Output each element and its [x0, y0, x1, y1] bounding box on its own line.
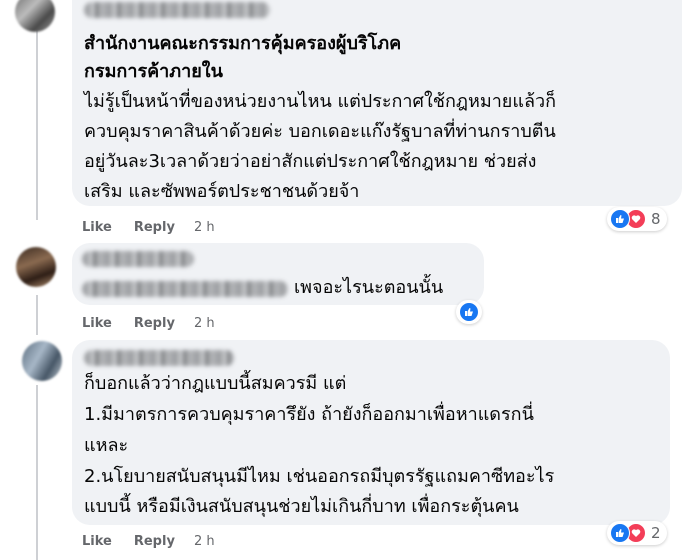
thread-line: [36, 295, 38, 335]
thread-line: [36, 30, 38, 220]
like-button[interactable]: Like: [82, 220, 112, 235]
avatar[interactable]: [15, 0, 55, 32]
reaction-summary[interactable]: 2: [607, 521, 667, 545]
reply-button[interactable]: Reply: [134, 220, 175, 235]
mention-tag[interactable]: กรมการค้าภายใน: [84, 58, 223, 86]
reply-button[interactable]: Reply: [134, 316, 175, 331]
reaction-summary[interactable]: [456, 300, 482, 324]
reaction-summary[interactable]: 8: [607, 207, 667, 231]
like-icon: [459, 302, 479, 322]
commenter-name-blurred[interactable]: [84, 350, 234, 366]
like-icon: [610, 523, 630, 543]
like-icon: [610, 209, 630, 229]
avatar[interactable]: [22, 341, 62, 381]
mention-tag-blurred[interactable]: [82, 281, 288, 297]
thread-line: [36, 385, 38, 560]
like-button[interactable]: Like: [82, 316, 112, 331]
reply-button[interactable]: Reply: [134, 534, 175, 549]
reaction-count: 8: [651, 210, 661, 228]
timestamp[interactable]: 2 h: [194, 316, 215, 331]
mention-tag[interactable]: สำนักงานคณะกรรมการคุ้มครองผู้บริโภค: [84, 30, 401, 58]
comment-actions: Like Reply 2 h: [82, 316, 215, 331]
comment-text: 2.นโยบายสนับสนุนมีไหม เช่นออกรถมีบุตรรัฐ…: [84, 466, 555, 487]
commenter-name-blurred[interactable]: [82, 251, 194, 267]
reaction-count: 2: [651, 524, 661, 542]
comment-text: ก็บอกแล้วว่ากฎแบบนี้สมควรมี แต่: [84, 373, 347, 394]
timestamp[interactable]: 2 h: [194, 220, 215, 235]
timestamp[interactable]: 2 h: [194, 534, 215, 549]
comment-text: แหละ: [84, 435, 129, 456]
commenter-name-blurred[interactable]: [84, 2, 270, 18]
comment-text: ควบคุมราคาสินค้าด้วยค่ะ บอกเดอะแก๊งรัฐบา…: [84, 121, 556, 142]
comment-text: เสริม และซัพพอร์ตประชาชนด้วยจ้า: [84, 181, 360, 202]
comment-text: ไม่รู้เป็นหน้าที่ของหน่วยงานไหน แต่ประกา…: [84, 91, 556, 112]
comment-text: เพจอะไรนะตอนนั้น: [294, 277, 444, 298]
comment-text: แบบนี้ หรือมีเงินสนับสนุนช่วยไม่เกินกี่บ…: [84, 496, 519, 517]
like-button[interactable]: Like: [82, 534, 112, 549]
avatar[interactable]: [16, 247, 56, 287]
comment-actions: Like Reply 2 h: [82, 534, 215, 549]
comment-actions: Like Reply 2 h: [82, 220, 215, 235]
comment-text: อยู่วันละ3เวลาด้วยว่าอย่าสักแต่ประกาศใช้…: [84, 151, 537, 172]
comment-text: 1.มีมาตรการควบคุมราคารึยัง ถ้ายังก็ออกมา…: [84, 404, 534, 425]
